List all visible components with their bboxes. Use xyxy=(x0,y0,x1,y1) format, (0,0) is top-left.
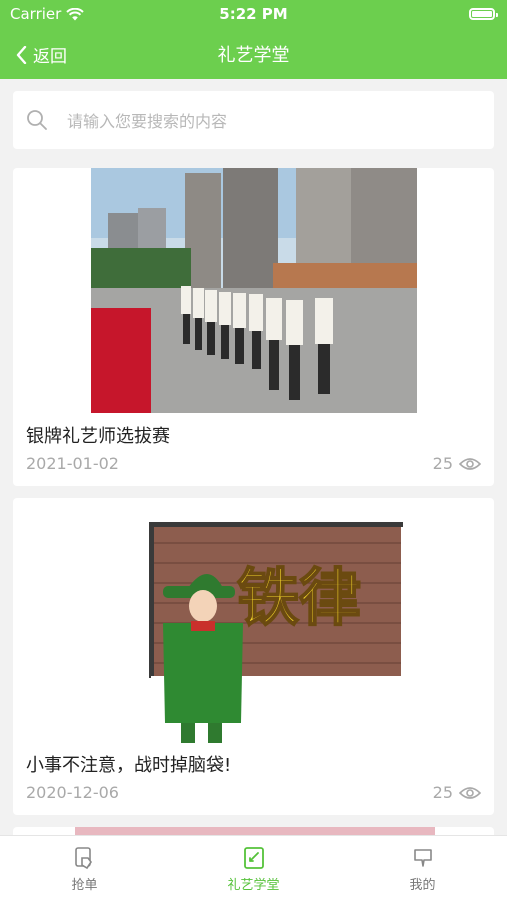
nav-bar: 返回 礼艺学堂 xyxy=(0,30,507,79)
article-cover-image: 铁律 xyxy=(149,522,411,743)
article-date: 2021-01-02 xyxy=(26,454,119,473)
search-icon xyxy=(27,110,47,130)
article-title[interactable]: 银牌礼艺师选拔赛 xyxy=(26,422,170,448)
article-title[interactable]: 小事不注意，战时掉脑袋! xyxy=(26,751,231,777)
tab-label: 抢单 xyxy=(71,878,98,893)
article-card[interactable]: 铁律 小事不注意，战时掉脑袋! 2020-12-06 25 xyxy=(13,498,494,815)
article-card[interactable]: 银牌礼艺师选拔赛 2021-01-02 25 xyxy=(13,168,494,486)
poster-headline: 铁律 xyxy=(237,561,361,634)
search-bar[interactable]: 请输入您要搜索的内容 xyxy=(13,91,494,149)
tab-label: 礼艺学堂 xyxy=(227,878,280,893)
article-list[interactable]: 请输入您要搜索的内容 银牌礼艺师选拔赛 2021-01-02 25 铁律 小事不… xyxy=(0,79,507,835)
status-bar: Carrier 5:22 PM xyxy=(0,0,507,30)
page-title: 礼艺学堂 xyxy=(217,45,290,66)
article-cover-image xyxy=(75,827,435,835)
article-date: 2020-12-06 xyxy=(26,783,119,802)
eye-icon xyxy=(459,786,481,799)
view-count: 25 xyxy=(433,783,481,802)
article-card[interactable] xyxy=(13,827,494,835)
article-cover-image xyxy=(91,168,417,413)
clock: 5:22 PM xyxy=(219,5,288,23)
eye-icon xyxy=(459,457,481,470)
tab-profile[interactable]: 我的 xyxy=(338,836,507,901)
view-count-value: 25 xyxy=(432,783,453,802)
battery-icon xyxy=(469,8,498,20)
tab-label: 我的 xyxy=(409,878,436,893)
view-count-value: 25 xyxy=(432,454,453,473)
tab-bar: 抢单 礼艺学堂 我的 xyxy=(0,835,507,901)
view-count: 25 xyxy=(433,454,481,473)
tab-grab-order[interactable]: 抢单 xyxy=(0,836,169,901)
profile-icon xyxy=(413,849,432,867)
tab-school[interactable]: 礼艺学堂 xyxy=(169,836,338,901)
grab-order-icon xyxy=(74,847,92,870)
search-input[interactable]: 请输入您要搜索的内容 xyxy=(67,108,227,132)
school-icon xyxy=(243,847,264,869)
